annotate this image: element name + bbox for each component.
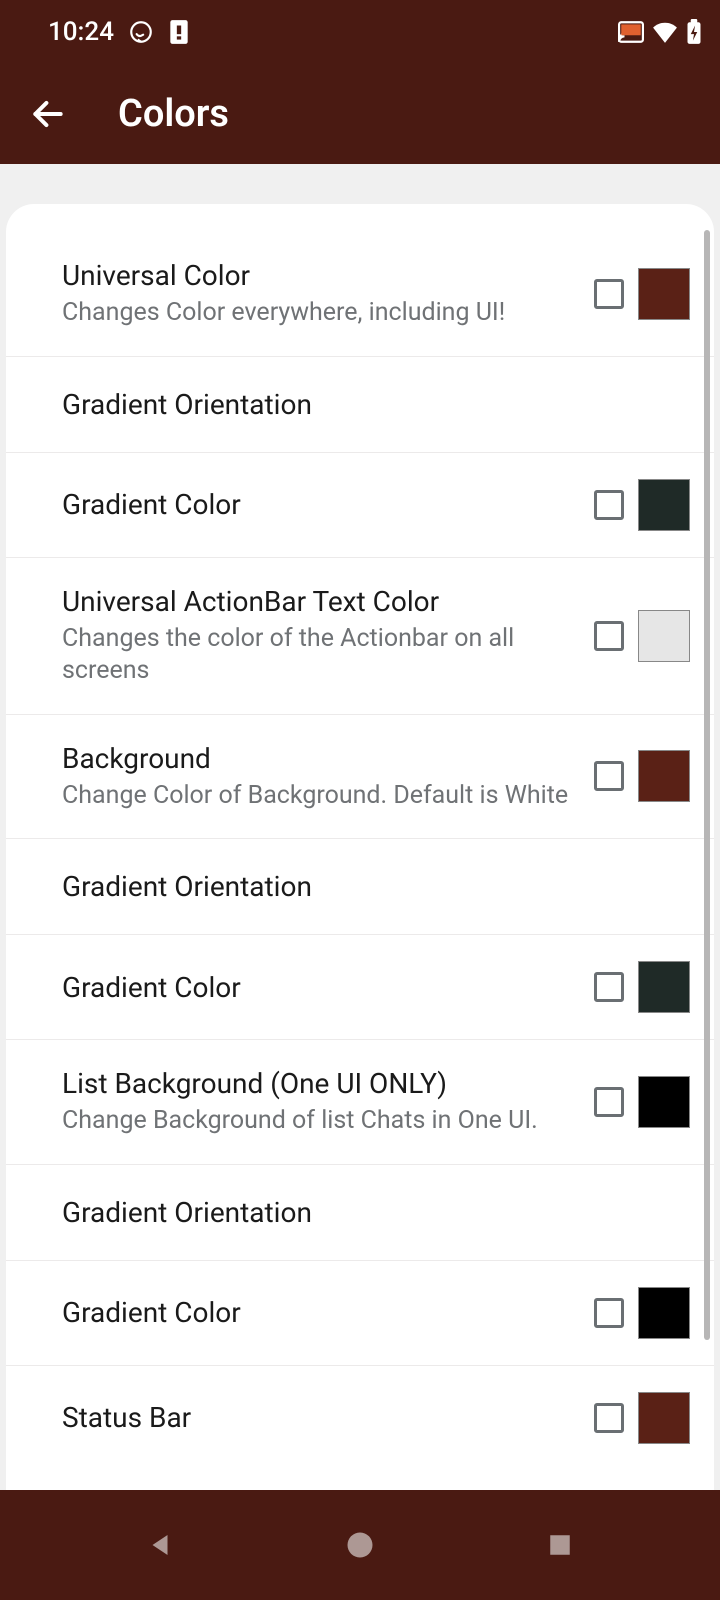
row-controls	[594, 961, 690, 1013]
status-right	[618, 19, 702, 45]
settings-row[interactable]: Universal Color Changes Color everywhere,…	[6, 232, 714, 357]
row-text: Gradient Color	[62, 487, 594, 522]
nav-home-button[interactable]	[338, 1523, 382, 1567]
row-subtitle: Changes the color of the Actionbar on al…	[62, 623, 578, 688]
battery-charging-icon	[686, 19, 702, 45]
color-swatch[interactable]	[638, 1076, 690, 1128]
checkbox[interactable]	[594, 279, 624, 309]
color-swatch[interactable]	[638, 610, 690, 662]
row-title: Background	[62, 741, 578, 776]
checkbox[interactable]	[594, 621, 624, 651]
navigation-bar	[0, 1490, 720, 1600]
row-controls	[594, 1287, 690, 1339]
status-bar: 10:24	[0, 0, 720, 64]
settings-row[interactable]: Gradient Color	[6, 935, 714, 1040]
checkbox[interactable]	[594, 1298, 624, 1328]
color-swatch[interactable]	[638, 961, 690, 1013]
color-swatch[interactable]	[638, 750, 690, 802]
status-left: 10:24	[48, 17, 190, 47]
row-title: Universal Color	[62, 258, 578, 293]
row-subtitle: Changes Color everywhere, including UI!	[62, 297, 578, 330]
row-text: Status Bar	[62, 1400, 594, 1435]
row-text: Universal Color Changes Color everywhere,…	[62, 258, 594, 330]
scrollbar[interactable]	[704, 230, 710, 1340]
row-controls	[594, 750, 690, 802]
row-title: List Background (One UI ONLY)	[62, 1066, 578, 1101]
nav-recent-button[interactable]	[538, 1523, 582, 1567]
row-title: Gradient Color	[62, 487, 578, 522]
color-swatch[interactable]	[638, 268, 690, 320]
row-title: Gradient Orientation	[62, 1195, 674, 1230]
row-text: Gradient Orientation	[62, 387, 690, 422]
checkbox[interactable]	[594, 490, 624, 520]
settings-row[interactable]: Universal ActionBar Text Color Changes th…	[6, 558, 714, 715]
row-text: Gradient Color	[62, 970, 594, 1005]
wifi-icon	[652, 21, 678, 43]
settings-row[interactable]: Status Bar	[6, 1366, 714, 1470]
back-button[interactable]	[26, 92, 70, 136]
settings-row[interactable]: List Background (One UI ONLY) Change Back…	[6, 1040, 714, 1165]
row-subtitle: Change Background of list Chats in One U…	[62, 1105, 578, 1138]
settings-row[interactable]: Background Change Color of Background. De…	[6, 715, 714, 840]
row-title: Universal ActionBar Text Color	[62, 584, 578, 619]
settings-row[interactable]: Gradient Orientation	[6, 357, 714, 453]
settings-row[interactable]: Gradient Orientation	[6, 1165, 714, 1261]
row-title: Gradient Color	[62, 970, 578, 1005]
row-controls	[594, 610, 690, 662]
row-text: Universal ActionBar Text Color Changes th…	[62, 584, 594, 688]
cast-icon	[618, 21, 644, 43]
row-controls	[594, 268, 690, 320]
row-text: List Background (One UI ONLY) Change Back…	[62, 1066, 594, 1138]
whatsapp-icon	[128, 19, 154, 45]
row-title: Gradient Color	[62, 1295, 578, 1330]
row-controls	[594, 1076, 690, 1128]
checkbox[interactable]	[594, 972, 624, 1002]
card-alert-icon	[168, 19, 190, 45]
app-bar: Colors	[0, 64, 720, 164]
row-title: Gradient Orientation	[62, 869, 674, 904]
settings-row[interactable]: Gradient Color	[6, 453, 714, 558]
row-text: Background Change Color of Background. De…	[62, 741, 594, 813]
row-text: Gradient Orientation	[62, 869, 690, 904]
nav-back-button[interactable]	[138, 1523, 182, 1567]
row-title: Status Bar	[62, 1400, 578, 1435]
settings-list: Universal Color Changes Color everywhere,…	[6, 204, 714, 1490]
page-title: Colors	[118, 92, 229, 136]
row-subtitle: Change Color of Background. Default is W…	[62, 780, 578, 813]
color-swatch[interactable]	[638, 479, 690, 531]
checkbox[interactable]	[594, 1087, 624, 1117]
settings-row[interactable]: Gradient Color	[6, 1261, 714, 1366]
row-controls	[594, 1392, 690, 1444]
content-area: Universal Color Changes Color everywhere,…	[0, 164, 720, 1490]
color-swatch[interactable]	[638, 1287, 690, 1339]
checkbox[interactable]	[594, 1403, 624, 1433]
status-time: 10:24	[48, 17, 114, 47]
color-swatch[interactable]	[638, 1392, 690, 1444]
row-title: Gradient Orientation	[62, 387, 674, 422]
settings-row[interactable]: Gradient Orientation	[6, 839, 714, 935]
row-text: Gradient Orientation	[62, 1195, 690, 1230]
row-text: Gradient Color	[62, 1295, 594, 1330]
settings-card: Universal Color Changes Color everywhere,…	[6, 204, 714, 1490]
row-controls	[594, 479, 690, 531]
checkbox[interactable]	[594, 761, 624, 791]
